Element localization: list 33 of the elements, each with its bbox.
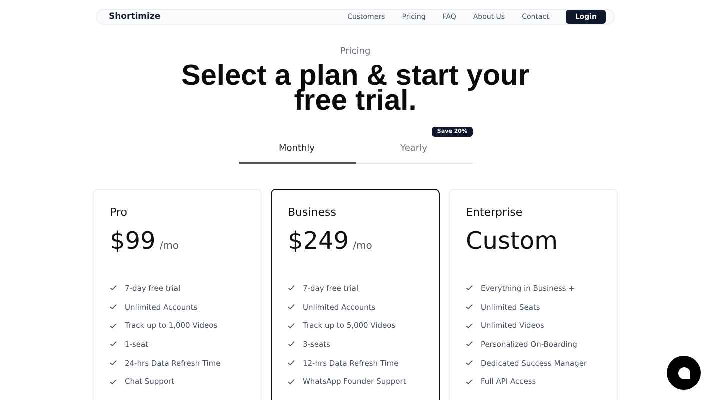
section-label: Pricing (340, 47, 371, 57)
chat-bubble-icon (678, 366, 690, 380)
check-icon (466, 322, 473, 329)
check-icon (110, 304, 117, 310)
page-title: Select a plan & start your free trial. (180, 64, 531, 114)
check-icon (110, 360, 117, 366)
price-period: /mo (160, 241, 180, 252)
price-period: /mo (353, 241, 372, 252)
check-icon (110, 378, 117, 385)
billing-tab[interactable]: Yearly (356, 140, 472, 164)
check-icon (288, 360, 295, 366)
check-icon (466, 285, 473, 292)
plan-name: Pro (110, 206, 128, 219)
check-icon (110, 285, 117, 292)
check-icon (288, 322, 295, 329)
check-icon (288, 304, 295, 310)
check-icon (288, 341, 295, 348)
check-icon (110, 341, 117, 348)
check-icon (466, 360, 473, 366)
plan-price: Custom (466, 227, 558, 255)
plan-price: $249 (288, 227, 350, 255)
chat-button[interactable] (667, 356, 701, 390)
billing-tab[interactable]: Monthly (238, 140, 356, 164)
check-icon (466, 304, 473, 310)
plan-name: Enterprise (466, 206, 524, 219)
check-icon (110, 322, 117, 329)
plan-name: Business (288, 206, 338, 219)
plan-price: $99 (110, 227, 156, 255)
brand-name[interactable]: Shortimize (109, 12, 161, 22)
check-icon (288, 285, 295, 292)
check-icon (466, 341, 473, 348)
check-icon (466, 378, 473, 385)
check-icon (288, 378, 295, 385)
